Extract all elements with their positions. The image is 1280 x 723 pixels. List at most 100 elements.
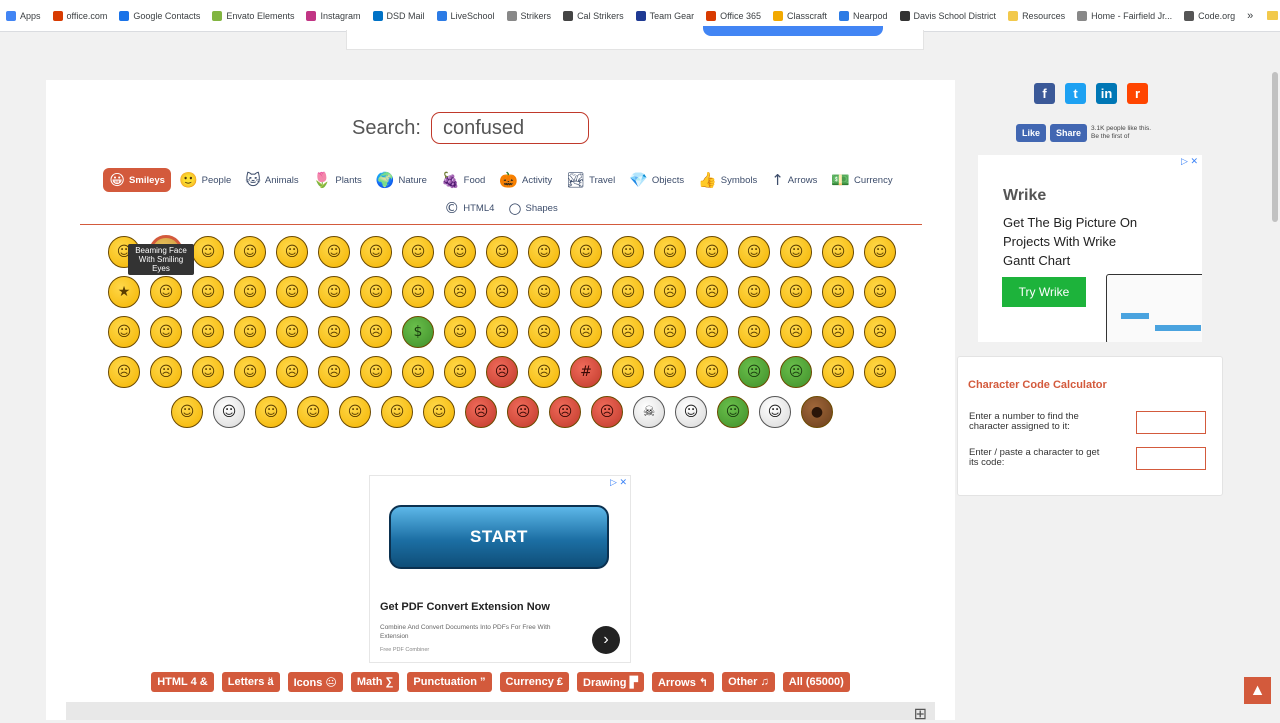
emoji-button[interactable]: ☺	[318, 276, 350, 308]
emoji-button[interactable]: ☺	[192, 276, 224, 308]
character-type-tag[interactable]: Math ∑	[350, 672, 400, 692]
bookmark-item[interactable]: Envato Elements	[212, 10, 294, 21]
wrike-ad-close-icon[interactable]: ▷ ✕	[1181, 156, 1198, 167]
social-share-icon[interactable]: f	[1034, 83, 1055, 104]
scrollbar-thumb[interactable]	[1272, 72, 1278, 222]
emoji-button[interactable]: ☺	[402, 356, 434, 388]
emoji-button[interactable]: ●	[801, 396, 833, 428]
bookmark-item[interactable]: Home - Fairfield Jr...	[1077, 10, 1172, 21]
emoji-button[interactable]: ☺	[822, 356, 854, 388]
emoji-button[interactable]: ☺	[234, 356, 266, 388]
emoji-button[interactable]: ☹	[822, 316, 854, 348]
emoji-button[interactable]: ★	[108, 276, 140, 308]
ad-start-button[interactable]: START	[389, 505, 609, 569]
emoji-button[interactable]: ☺	[654, 356, 686, 388]
emoji-button[interactable]: ☺	[213, 396, 245, 428]
emoji-button[interactable]: ☺	[360, 276, 392, 308]
emoji-button[interactable]: ☹	[738, 316, 770, 348]
emoji-button[interactable]: ☺	[612, 356, 644, 388]
emoji-button[interactable]: ☺	[276, 276, 308, 308]
emoji-button[interactable]: ☹	[570, 316, 602, 348]
emoji-button[interactable]: ☹	[654, 276, 686, 308]
character-type-tag[interactable]: All (65000)	[782, 672, 850, 692]
emoji-button[interactable]: ☺	[150, 276, 182, 308]
emoji-button[interactable]: ☺	[234, 236, 266, 268]
character-type-tag[interactable]: Punctuation ”	[407, 672, 492, 692]
emoji-button[interactable]: ☺	[171, 396, 203, 428]
emoji-button[interactable]: $	[402, 316, 434, 348]
emoji-button[interactable]: ☺	[402, 236, 434, 268]
emoji-button[interactable]: ☹	[360, 316, 392, 348]
emoji-button[interactable]: ☹	[654, 316, 686, 348]
emoji-button[interactable]: ☺	[864, 276, 896, 308]
emoji-button[interactable]: ☺	[570, 276, 602, 308]
bookmark-item[interactable]: Davis School District	[899, 10, 996, 21]
emoji-button[interactable]: ☹	[549, 396, 581, 428]
emoji-button[interactable]: ☺	[864, 236, 896, 268]
emoji-button[interactable]: ☹	[780, 356, 812, 388]
emoji-button[interactable]: ☹	[507, 396, 539, 428]
category-tab-shapes[interactable]: ○ Shapes	[502, 196, 563, 220]
emoji-button[interactable]: ☹	[150, 356, 182, 388]
emoji-button[interactable]: ☹	[780, 316, 812, 348]
emoji-button[interactable]: ☺	[780, 276, 812, 308]
bookmark-item[interactable]: office.com	[52, 10, 107, 21]
bookmark-item[interactable]: Resources	[1008, 10, 1065, 21]
character-type-tag[interactable]: Currency ₤	[499, 672, 570, 692]
bookmark-item[interactable]: Code.org	[1184, 10, 1235, 21]
emoji-button[interactable]: ☺	[192, 236, 224, 268]
emoji-button[interactable]: #	[570, 356, 602, 388]
emoji-button[interactable]: ☺	[381, 396, 413, 428]
number-input[interactable]	[1136, 411, 1206, 434]
bookmark-item[interactable]: Office 365	[706, 10, 761, 21]
character-type-tag[interactable]: Drawing ▛	[577, 672, 644, 692]
emoji-button[interactable]: ☹	[738, 356, 770, 388]
character-type-tag[interactable]: Icons 😐	[287, 672, 343, 692]
social-share-icon[interactable]: t	[1065, 83, 1086, 104]
bookmark-item[interactable]: Apps	[6, 10, 41, 21]
emoji-button[interactable]: ☺	[696, 356, 728, 388]
emoji-button[interactable]: ☺	[360, 236, 392, 268]
emoji-button[interactable]: ☺	[276, 316, 308, 348]
emoji-button[interactable]: ☺	[738, 236, 770, 268]
emoji-button[interactable]: ☺	[192, 316, 224, 348]
category-tab-travel[interactable]: 🏞 Travel	[560, 168, 621, 192]
emoji-button[interactable]: ☺	[612, 276, 644, 308]
bookmark-item[interactable]: Instagram	[306, 10, 361, 21]
emoji-button[interactable]: ☺	[423, 396, 455, 428]
ad-title[interactable]: Get PDF Convert Extension Now	[380, 601, 550, 613]
character-type-tag[interactable]: Letters ä	[221, 672, 280, 692]
page-scrollbar[interactable]	[1270, 32, 1280, 720]
emoji-button[interactable]: ☺	[570, 236, 602, 268]
emoji-button[interactable]: ☺	[192, 356, 224, 388]
bookmark-item[interactable]: Team Gear	[635, 10, 694, 21]
emoji-button[interactable]: ☺	[864, 356, 896, 388]
search-input[interactable]	[430, 112, 589, 144]
category-tab-smileys[interactable]: 😀 Smileys	[103, 168, 171, 192]
emoji-button[interactable]: ☹	[486, 316, 518, 348]
emoji-button[interactable]: ☺	[360, 356, 392, 388]
emoji-button[interactable]: ☺	[759, 396, 791, 428]
emoji-button[interactable]: ☹	[696, 276, 728, 308]
character-type-tag[interactable]: Other ♫	[722, 672, 775, 692]
emoji-button[interactable]: ☺	[108, 316, 140, 348]
category-tab-objects[interactable]: 💎 Objects	[623, 168, 690, 192]
character-type-tag[interactable]: HTML 4 &	[151, 672, 214, 692]
bookmark-item[interactable]: Google Contacts	[119, 10, 200, 21]
emoji-button[interactable]: ☹	[528, 356, 560, 388]
emoji-button[interactable]: ☺	[234, 316, 266, 348]
emoji-button[interactable]: ☺	[675, 396, 707, 428]
emoji-button[interactable]: ☺	[822, 236, 854, 268]
category-tab-animals[interactable]: 🐱 Animals	[239, 168, 304, 192]
emoji-button[interactable]: ☺	[444, 316, 476, 348]
bookmark-item[interactable]: Nearpod	[839, 10, 888, 21]
category-tab-symbols[interactable]: 👍 Symbols	[692, 168, 763, 192]
category-tab-food[interactable]: 🍇 Food	[435, 168, 491, 192]
social-share-icon[interactable]: in	[1096, 83, 1117, 104]
emoji-button[interactable]: ☹	[486, 276, 518, 308]
character-input[interactable]	[1136, 447, 1206, 470]
category-tab-currency[interactable]: 💵 Currency	[825, 168, 898, 192]
emoji-button[interactable]: ☹	[591, 396, 623, 428]
social-share-icon[interactable]: r	[1127, 83, 1148, 104]
bookmark-item[interactable]: Cal Strikers	[563, 10, 624, 21]
